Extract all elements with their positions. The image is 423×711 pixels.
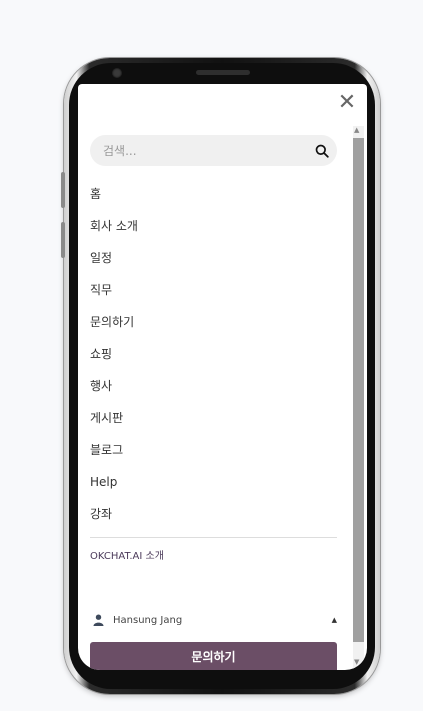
menu-item-schedule[interactable]: 일정 [90,246,337,278]
menu-item-home[interactable]: 홈 [90,182,337,214]
close-icon[interactable]: ✕ [337,92,357,114]
caret-up-icon: ▲ [331,616,337,624]
nav-menu: 홈 회사 소개 일정 직무 문의하기 쇼핑 행사 게시판 블로그 Help 강좌 [90,182,337,534]
okchat-intro-link[interactable]: OKCHAT.AI 소개 [90,547,164,562]
scrollbar-thumb[interactable] [353,138,364,642]
camera-icon [112,68,122,78]
scroll-down-icon[interactable]: ▼ [354,658,359,666]
mobile-menu-screen: ✕ ▲ ▼ 홈 회사 소개 일정 직무 문의하기 쇼핑 행사 게시판 블로그 H… [78,84,367,670]
menu-item-contact[interactable]: 문의하기 [90,310,337,342]
menu-item-help[interactable]: Help [90,470,337,502]
menu-item-blog[interactable]: 블로그 [90,438,337,470]
menu-item-forum[interactable]: 게시판 [90,406,337,438]
menu-item-jobs[interactable]: 직무 [90,278,337,310]
user-name: Hansung Jang [113,614,183,626]
menu-item-shop[interactable]: 쇼핑 [90,342,337,374]
speaker-grille [196,70,250,75]
menu-divider [90,537,337,538]
contact-button[interactable]: 문의하기 [90,642,337,670]
user-dropdown[interactable]: Hansung Jang ▲ [90,611,337,629]
menu-item-courses[interactable]: 강좌 [90,502,337,534]
volume-button [61,172,65,208]
menu-item-about[interactable]: 회사 소개 [90,214,337,246]
search-box [90,135,337,166]
search-icon[interactable] [307,135,337,166]
search-input[interactable] [90,143,307,158]
scroll-up-icon[interactable]: ▲ [354,126,359,134]
user-icon [90,613,106,627]
menu-item-events[interactable]: 행사 [90,374,337,406]
volume-button [61,222,65,258]
